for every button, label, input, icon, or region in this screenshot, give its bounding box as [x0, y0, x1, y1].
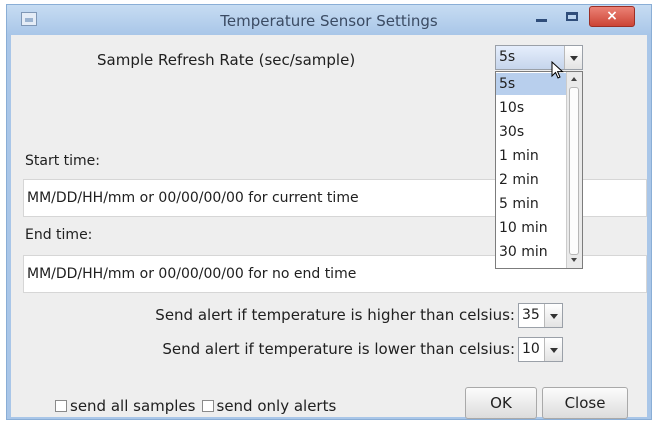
dropdown-option[interactable]: 10 min: [496, 217, 566, 239]
dropdown-option[interactable]: 5 min: [496, 193, 566, 215]
chevron-down-icon[interactable]: [544, 338, 562, 361]
dropdown-option[interactable]: 2 min: [496, 169, 566, 191]
scroll-up-icon[interactable]: [567, 73, 582, 86]
low-alert-select[interactable]: 10: [518, 337, 563, 362]
close-icon: ×: [606, 8, 618, 24]
title-bar[interactable]: Temperature Sensor Settings ×: [7, 5, 651, 35]
send-only-alerts-checkbox[interactable]: [201, 400, 214, 412]
minimize-button[interactable]: [527, 7, 555, 27]
send-all-samples-checkbox[interactable]: [55, 400, 67, 412]
close-button[interactable]: Close: [542, 387, 628, 419]
send-only-alerts-label[interactable]: send only alerts: [217, 397, 337, 415]
end-time-label: End time:: [25, 227, 93, 243]
dropdown-option[interactable]: 10s: [496, 97, 566, 119]
send-all-samples-label[interactable]: send all samples: [70, 397, 196, 415]
dropdown-option[interactable]: 30 min: [496, 241, 566, 263]
maximize-button[interactable]: [558, 7, 586, 27]
settings-panel: Sample Refresh Rate (sec/sample) 5s Star…: [11, 35, 647, 419]
scrollbar-thumb[interactable]: [569, 87, 579, 255]
mouse-pointer-icon: [551, 61, 564, 79]
ok-button[interactable]: OK: [465, 387, 537, 419]
high-alert-value: 35: [522, 307, 540, 323]
window-close-button[interactable]: ×: [589, 6, 635, 27]
refresh-rate-select[interactable]: 5s: [495, 45, 583, 70]
high-alert-select[interactable]: 35: [518, 303, 563, 328]
scroll-down-icon[interactable]: [567, 254, 582, 267]
minimize-icon: [536, 19, 547, 22]
start-time-label: Start time:: [25, 153, 100, 169]
settings-window: Temperature Sensor Settings × Sample Ref…: [6, 4, 652, 420]
chevron-down-icon[interactable]: [544, 304, 562, 327]
dropdown-scrollbar[interactable]: [566, 72, 582, 268]
refresh-rate-dropdown-list[interactable]: 5s 10s 30s 1 min 2 min 5 min 10 min 30 m…: [495, 71, 583, 269]
maximize-icon: [566, 12, 578, 21]
dropdown-option[interactable]: 1 min: [496, 145, 566, 167]
low-alert-label: Send alert if temperature is lower than …: [162, 340, 515, 358]
high-alert-label: Send alert if temperature is higher than…: [155, 306, 515, 324]
dropdown-option[interactable]: 30s: [496, 121, 566, 143]
low-alert-value: 10: [522, 341, 540, 357]
send-options: send all samples send only alerts: [55, 397, 336, 415]
refresh-rate-label: Sample Refresh Rate (sec/sample): [97, 51, 356, 69]
